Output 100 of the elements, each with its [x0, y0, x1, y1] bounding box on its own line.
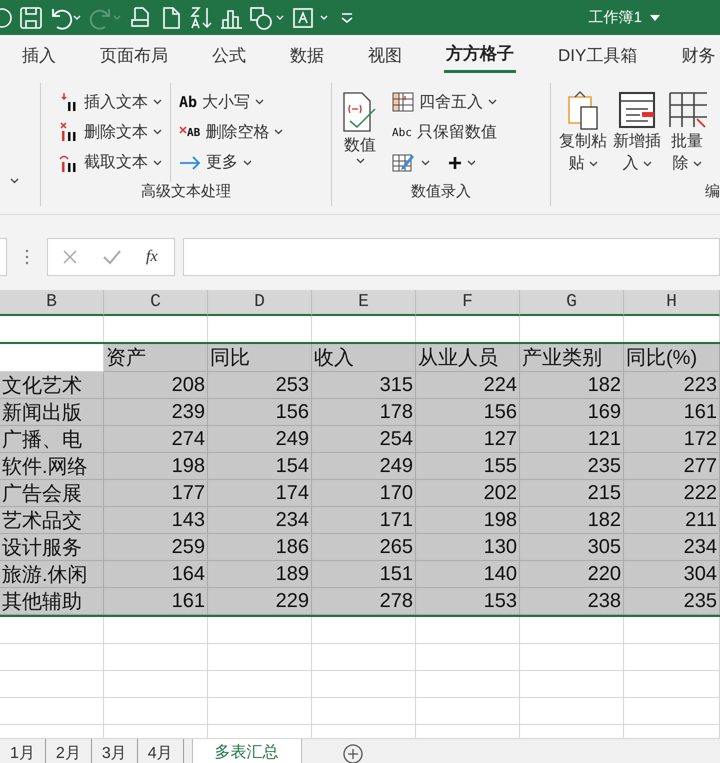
abc-icon: Abc — [392, 126, 412, 140]
ribbon-button[interactable]: 删除文本 — [57, 120, 164, 145]
save-icon[interactable] — [18, 4, 44, 30]
table-cell: 127 — [416, 426, 520, 453]
table-cell: 156 — [416, 399, 520, 426]
table-cell: 170 — [312, 480, 416, 507]
ribbon-tab[interactable]: 数据 — [268, 35, 346, 75]
column-header[interactable]: F — [416, 290, 520, 316]
table-cell: 239 — [104, 399, 208, 426]
caret-icon — [153, 160, 162, 166]
sheet-tab[interactable]: 4月 — [138, 739, 184, 763]
caret-icon — [274, 129, 284, 136]
caret-icon — [356, 158, 364, 164]
group-label: 高级文本处理 — [140, 182, 232, 202]
table-cell: 164 — [104, 561, 208, 588]
table-cell: 新闻出版 — [0, 399, 104, 426]
table-cell: 202 — [416, 480, 520, 507]
formula-input[interactable] — [182, 238, 720, 276]
check-icon[interactable] — [102, 248, 122, 264]
insert-function-button[interactable]: fx — [146, 248, 158, 266]
caret-icon — [588, 161, 598, 167]
table-cell: 254 — [312, 426, 416, 453]
table-cell: 171 — [312, 507, 416, 534]
table-cell: 198 — [104, 453, 208, 480]
caret-icon — [153, 99, 162, 106]
workbook-title: 工作簿1 — [588, 8, 642, 27]
ribbon-tab[interactable]: DIY工具箱 — [536, 35, 660, 75]
column-header[interactable]: C — [104, 290, 208, 316]
table-cell: 151 — [312, 561, 416, 588]
table-cell: 265 — [312, 534, 416, 561]
table-cell: 153 — [416, 588, 520, 615]
list-icon — [617, 89, 657, 131]
table-cell: 198 — [416, 507, 520, 534]
sheet-tab[interactable]: 3月 — [92, 739, 138, 763]
table-cell: 154 — [208, 453, 312, 480]
ribbon-tab[interactable]: 财务 — [659, 35, 720, 75]
header-cell: 同比 — [208, 344, 312, 372]
table-cell: 169 — [520, 399, 624, 426]
caret-icon[interactable] — [650, 14, 660, 20]
caret-icon — [255, 99, 264, 106]
column-header[interactable]: G — [520, 290, 624, 316]
sheet-tab[interactable]: 2月 — [46, 739, 92, 763]
table-cell: 艺术品交 — [0, 507, 104, 534]
table-cell: 249 — [208, 426, 312, 453]
caret-icon — [153, 129, 162, 136]
table-cell: 274 — [104, 426, 208, 453]
ribbon-button[interactable]: 截取文本 — [57, 150, 164, 176]
table-cell: 208 — [104, 372, 208, 399]
add-sheet-icon[interactable] — [342, 743, 364, 763]
ribbon-tab[interactable]: 页面布局 — [78, 35, 190, 75]
ribbon-tab[interactable]: 视图 — [346, 35, 424, 75]
table-cell: 130 — [416, 534, 520, 561]
ribbon-button[interactable]: 插入文本 — [57, 90, 164, 115]
ribbon-button[interactable]: Ab 大小写 — [177, 90, 286, 115]
table-cell: 238 — [520, 588, 624, 615]
table-cell: 215 — [520, 480, 624, 507]
ribbon-button[interactable]: 更多 — [177, 150, 286, 176]
ribbon-button[interactable]: 复制粘 贴 — [557, 83, 609, 182]
table-cell: 222 — [624, 480, 720, 507]
ribbon-button[interactable]: AB 删除空格 — [177, 120, 286, 145]
caret-icon — [421, 160, 430, 166]
table-cell: 224 — [416, 372, 520, 399]
number-button[interactable]: 数值 — [336, 83, 384, 182]
header-cell: 同比(%) — [624, 344, 720, 372]
arrow-right-icon — [179, 156, 201, 170]
table-icon — [392, 92, 414, 112]
table-cell: 软件.网络 — [0, 453, 104, 480]
header-cell: 收入 — [312, 344, 416, 372]
shapes-icon[interactable] — [248, 4, 286, 30]
column-header[interactable]: B — [0, 290, 104, 316]
caret-icon — [10, 178, 19, 184]
table-cell: 234 — [208, 507, 312, 534]
table-cell: 229 — [208, 588, 312, 615]
table-cell: 304 — [624, 561, 720, 588]
table-cell: 223 — [624, 372, 720, 399]
table-cell: 121 — [520, 426, 624, 453]
column-header[interactable]: D — [208, 290, 312, 316]
table-cell: 220 — [520, 561, 624, 588]
table-cell: 189 — [208, 561, 312, 588]
table-cell: 259 — [104, 534, 208, 561]
caret-icon — [488, 99, 497, 106]
table-cell: 161 — [624, 399, 720, 426]
ribbon-tab[interactable]: 插入 — [0, 35, 78, 75]
table-cell: 其他辅助 — [0, 588, 104, 615]
ribbon-button[interactable]: 新增插 入 — [611, 83, 663, 182]
table-cell: 249 — [312, 453, 416, 480]
column-header[interactable]: E — [312, 290, 416, 316]
ribbon-button[interactable]: 批量 除 — [665, 83, 709, 182]
table-cell: 211 — [624, 507, 720, 534]
sort-icon[interactable] — [188, 4, 214, 30]
table-cell: 182 — [520, 507, 624, 534]
ribbon-tab[interactable]: 公式 — [190, 35, 268, 75]
ribbon-button[interactable]: Abc 只保留数值 — [390, 120, 499, 146]
ribbon-button[interactable]: 四舍五入 — [390, 90, 499, 115]
caret-icon — [467, 160, 476, 166]
sheet-tab[interactable]: 1月 — [0, 739, 46, 763]
caret-icon — [692, 161, 702, 167]
column-header[interactable]: H — [624, 290, 720, 316]
sheet-tab[interactable]: 多表汇总 — [192, 739, 302, 763]
table-cell: 305 — [520, 534, 624, 561]
